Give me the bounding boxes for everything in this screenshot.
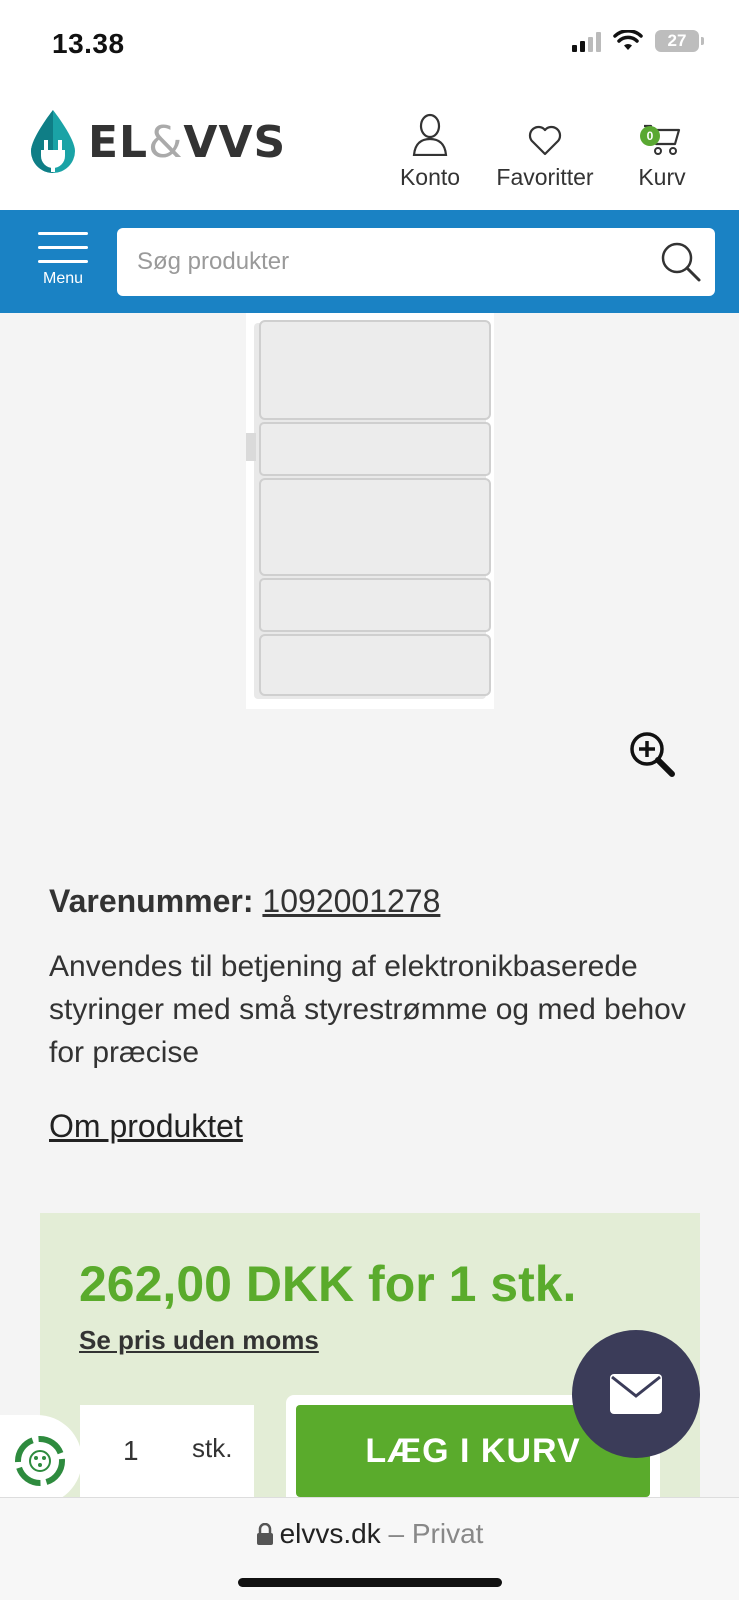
site-logo[interactable]: EL&VVS — [28, 108, 286, 176]
url-domain: elvvs.dk — [279, 1518, 381, 1549]
quantity-field[interactable]: 1 stk. — [80, 1405, 254, 1497]
menu-label: Menu — [42, 270, 84, 287]
search-placeholder: Søg produkter — [137, 248, 290, 275]
nav-bar: Menu Søg produkter — [0, 210, 739, 313]
account-label: Konto — [399, 164, 461, 190]
zoom-in-icon[interactable] — [628, 730, 678, 780]
sku-label: Varenummer: — [49, 883, 254, 919]
favorites-label: Favoritter — [496, 164, 594, 190]
product-description: Anvendes til betjening af elektronikbase… — [49, 950, 686, 1069]
browser-url-bar[interactable]: elvvs.dk – Privat — [0, 1497, 739, 1600]
search-input[interactable]: Søg produkter — [117, 228, 715, 296]
product-image[interactable] — [246, 313, 494, 709]
mail-icon — [610, 1374, 662, 1414]
contact-button[interactable] — [572, 1330, 700, 1458]
status-bar: 13.38 27 — [0, 0, 739, 90]
battery-icon: 27 — [655, 30, 704, 52]
url-private-mode: – Privat — [388, 1518, 484, 1549]
search-icon[interactable] — [659, 240, 703, 284]
url-display: elvvs.dk – Privat — [0, 1518, 739, 1550]
hamburger-icon — [38, 232, 88, 263]
excl-vat-link[interactable]: Se pris uden moms — [79, 1325, 319, 1356]
home-indicator[interactable] — [238, 1578, 502, 1587]
lock-icon — [256, 1522, 273, 1545]
quantity-value: 1 — [123, 1435, 139, 1466]
cellular-signal-icon — [572, 30, 601, 52]
quantity-unit: stk. — [192, 1433, 233, 1463]
price-text: 262,00 DKK for 1 stk. — [79, 1256, 577, 1312]
user-icon — [412, 113, 448, 156]
site-header: EL&VVS Konto Favoritter 0 Kurv — [0, 90, 739, 210]
account-button[interactable]: Konto — [390, 108, 470, 191]
cart-count-badge: 0 — [640, 126, 660, 146]
about-product-link[interactable]: Om produktet — [49, 1108, 243, 1145]
status-time: 13.38 — [52, 28, 125, 59]
cart-label: Kurv — [638, 164, 686, 190]
status-icons: 27 — [572, 30, 704, 52]
sku-line: Varenummer: 1092001278 — [49, 883, 440, 920]
logo-text: EL&VVS — [88, 116, 287, 168]
recycle-icon — [15, 1436, 65, 1486]
logo-drop-icon — [31, 110, 75, 173]
wifi-icon — [613, 30, 643, 50]
sku-link[interactable]: 1092001278 — [262, 883, 440, 919]
switch-cover-image — [246, 313, 494, 709]
page: 13.38 27 EL&VVS Konto Favoritter 0 Kurv … — [0, 0, 739, 1600]
favorites-button[interactable]: Favoritter — [492, 108, 598, 191]
cart-button[interactable]: 0 Kurv — [634, 108, 690, 191]
menu-button[interactable]: Menu — [38, 232, 88, 288]
heart-icon — [528, 125, 562, 156]
